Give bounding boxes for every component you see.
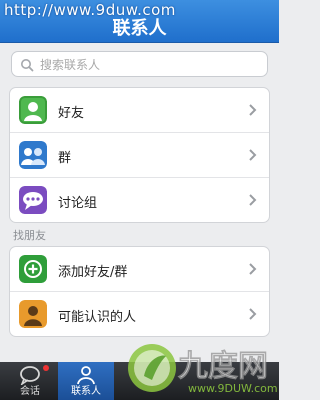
svg-text:www.9DUW.com: www.9DUW.com: [188, 382, 278, 395]
contact-label: 群: [58, 151, 72, 166]
chevron-right-icon: [249, 308, 257, 320]
find-row-people[interactable]: 可能认识的人: [10, 292, 269, 336]
site-watermark-logo: 九度网 www.9DUW.com: [128, 344, 278, 395]
contact-label: 讨论组: [58, 196, 98, 211]
chevron-right-icon: [249, 149, 257, 161]
unread-dot: [43, 365, 49, 371]
chevron-right-icon: [249, 194, 257, 206]
search-icon: [21, 59, 34, 72]
chevron-right-icon: [249, 104, 257, 116]
person-icon: [19, 300, 47, 328]
contact-row-discussions[interactable]: 讨论组: [10, 178, 269, 222]
chevron-right-icon: [249, 263, 257, 275]
tab-label: 联系人: [71, 386, 101, 397]
svg-text:九度网: 九度网: [178, 349, 268, 384]
find-label: 添加好友/群: [58, 265, 128, 280]
add-icon: [19, 255, 47, 283]
section-header-find-friends: 找朋友: [13, 229, 46, 242]
discussion-icon: [19, 186, 47, 214]
find-label: 可能认识的人: [58, 310, 137, 325]
search-bar[interactable]: [11, 51, 268, 77]
contact-row-groups[interactable]: 群: [10, 133, 269, 178]
tab-label: 会话: [20, 386, 40, 397]
tab-chats[interactable]: 会话: [2, 362, 58, 400]
app-header: http://www.9duw.com 联系人: [0, 0, 279, 43]
group-icon: [19, 141, 47, 169]
contact-label: 好友: [58, 106, 85, 121]
find-row-add[interactable]: 添加好友/群: [10, 247, 269, 292]
friends-icon: [19, 96, 47, 124]
tab-contacts[interactable]: 联系人: [58, 362, 114, 400]
contact-row-friends[interactable]: 好友: [10, 88, 269, 133]
search-input[interactable]: [38, 54, 262, 76]
page-title: 联系人: [112, 18, 167, 39]
find-friends-card: 添加好友/群 可能认识的人: [9, 246, 270, 337]
contacts-card: 好友 群 讨论组: [9, 87, 270, 223]
